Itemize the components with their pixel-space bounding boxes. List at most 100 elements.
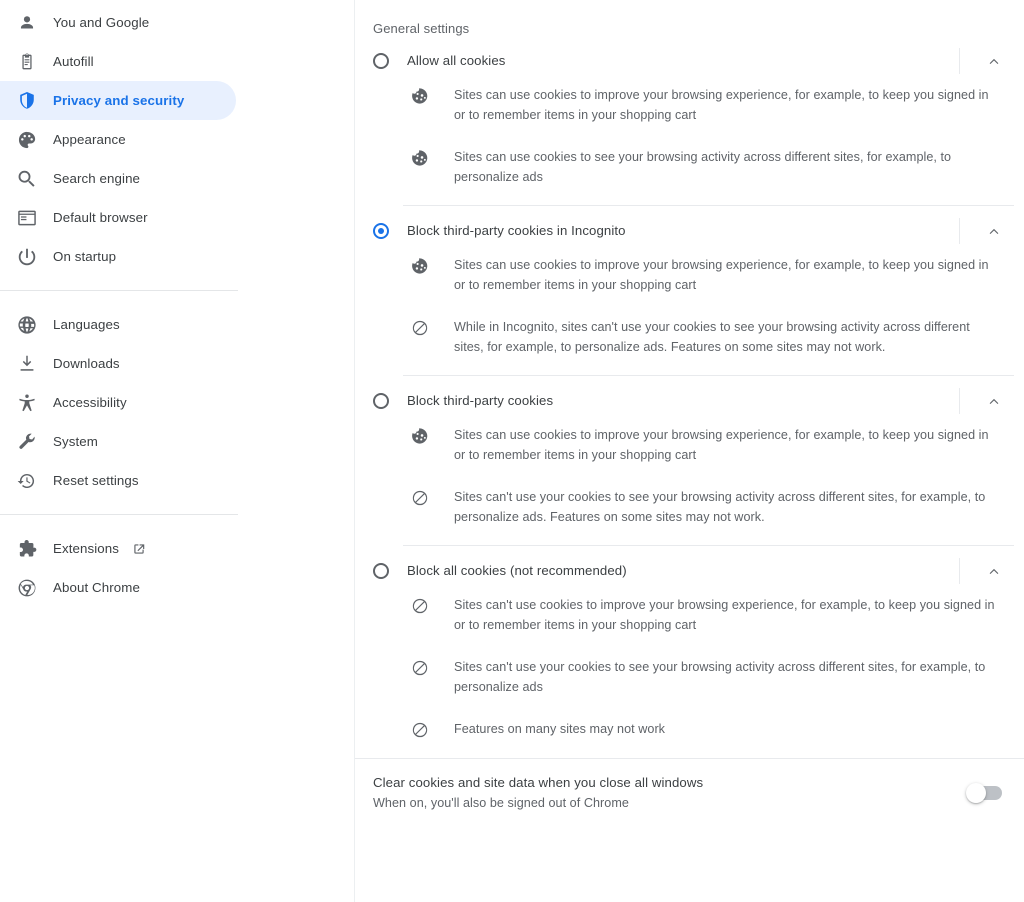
sidebar-item-label: System: [53, 434, 98, 449]
sidebar-item-accessibility[interactable]: Accessibility: [0, 383, 355, 422]
sidebar-divider: [0, 290, 238, 291]
detail-text: While in Incognito, sites can't use your…: [454, 320, 970, 354]
clear-cookies-title: Clear cookies and site data when you clo…: [373, 775, 704, 790]
shield-icon: [16, 90, 38, 112]
block-icon: [410, 658, 430, 678]
download-icon: [16, 353, 38, 375]
search-icon: [16, 168, 38, 190]
sidebar-item-label: Languages: [53, 317, 120, 332]
sidebar-item-label: Extensions: [53, 541, 120, 556]
chevron-up-icon: [985, 52, 1003, 70]
sidebar-item-label: On startup: [53, 249, 117, 264]
detail-item: Sites can't use cookies to improve your …: [355, 595, 1024, 635]
cookie-option-details: Sites can use cookies to improve your br…: [355, 85, 1024, 205]
cookie-option-label: Block all cookies (not recommended): [407, 563, 627, 578]
sidebar-item-label: Reset settings: [53, 473, 139, 488]
sidebar-item-extensions[interactable]: Extensions: [0, 529, 355, 568]
external-link-icon: [132, 542, 146, 556]
sidebar-item-label: Default browser: [53, 210, 148, 225]
detail-item: Sites can't use your cookies to see your…: [355, 657, 1024, 697]
expand-toggle-block-third-party-incognito[interactable]: [964, 206, 1024, 255]
cookie-option-allow-all-cookies: Allow all cookies Sites can use cookies t…: [355, 36, 1024, 205]
detail-text: Sites can't use your cookies to see your…: [454, 490, 986, 524]
detail-item: Sites can use cookies to improve your br…: [355, 85, 1024, 125]
detail-item: Sites can't use your cookies to see your…: [355, 487, 1024, 527]
sidebar-item-downloads[interactable]: Downloads: [0, 344, 355, 383]
sidebar-item-label: Accessibility: [53, 395, 127, 410]
clear-cookies-on-close-row[interactable]: Clear cookies and site data when you clo…: [355, 759, 1024, 813]
main-content: General settings Allow all cookies Sites …: [355, 0, 1024, 902]
detail-text: Sites can use cookies to improve your br…: [454, 258, 989, 292]
cookie-icon: [410, 86, 430, 106]
settings-sidebar: You and Google Autofill Privacy and securi…: [0, 0, 355, 902]
history-restore-icon: [16, 470, 38, 492]
sidebar-item-label: Privacy and security: [53, 93, 185, 108]
detail-text: Sites can use cookies to improve your br…: [454, 88, 989, 122]
detail-item: Sites can use cookies to improve your br…: [355, 255, 1024, 295]
expand-toggle-block-third-party[interactable]: [964, 376, 1024, 425]
clipboard-icon: [16, 51, 38, 73]
chevron-up-icon: [985, 222, 1003, 240]
detail-item: Features on many sites may not work: [355, 719, 1024, 740]
sidebar-item-on-startup[interactable]: On startup: [0, 237, 355, 276]
person-icon: [16, 12, 38, 34]
cookie-icon: [410, 148, 430, 168]
detail-item: Sites can use cookies to see your browsi…: [355, 147, 1024, 187]
header-separator: [959, 48, 960, 74]
sidebar-item-autofill[interactable]: Autofill: [0, 42, 355, 81]
detail-text: Sites can use cookies to see your browsi…: [454, 150, 952, 184]
expand-toggle-block-all-cookies[interactable]: [964, 546, 1024, 595]
cookie-option-details: Sites can use cookies to improve your br…: [355, 425, 1024, 545]
sidebar-item-you-and-google[interactable]: You and Google: [0, 3, 355, 42]
radio-block-all-cookies[interactable]: [373, 562, 389, 579]
cookie-option-header-block-all-cookies[interactable]: Block all cookies (not recommended): [355, 546, 1024, 595]
sidebar-item-privacy-and-security[interactable]: Privacy and security: [0, 81, 236, 120]
block-icon: [410, 488, 430, 508]
sidebar-item-label: Autofill: [53, 54, 94, 69]
sidebar-item-reset-settings[interactable]: Reset settings: [0, 461, 355, 500]
radio-block-third-party-incognito[interactable]: [373, 222, 389, 239]
detail-text: Features on many sites may not work: [454, 722, 666, 736]
sidebar-item-default-browser[interactable]: Default browser: [0, 198, 355, 237]
clear-cookies-toggle[interactable]: [966, 783, 1002, 803]
sidebar-item-languages[interactable]: Languages: [0, 305, 355, 344]
palette-icon: [16, 129, 38, 151]
radio-allow-all-cookies[interactable]: [373, 52, 389, 69]
cookie-option-label: Block third-party cookies: [407, 393, 554, 408]
header-separator: [959, 218, 960, 244]
sidebar-item-appearance[interactable]: Appearance: [0, 120, 355, 159]
globe-icon: [16, 314, 38, 336]
detail-text: Sites can't use cookies to improve your …: [454, 598, 995, 632]
detail-text: Sites can use cookies to improve your br…: [454, 428, 989, 462]
detail-text: Sites can't use your cookies to see your…: [454, 660, 986, 694]
header-separator: [959, 558, 960, 584]
wrench-icon: [16, 431, 38, 453]
sidebar-item-about-chrome[interactable]: About Chrome: [0, 568, 355, 607]
block-icon: [410, 720, 430, 740]
cookie-icon: [410, 256, 430, 276]
page-title: General settings: [373, 21, 470, 36]
cookie-option-header-allow-all-cookies[interactable]: Allow all cookies: [355, 36, 1024, 85]
settings-page: You and Google Autofill Privacy and securi…: [0, 0, 1024, 902]
sidebar-item-label: Downloads: [53, 356, 120, 371]
toggle-knob: [966, 783, 986, 803]
radio-block-third-party[interactable]: [373, 392, 389, 409]
sidebar-item-search-engine[interactable]: Search engine: [0, 159, 355, 198]
clear-cookies-subtitle: When on, you'll also be signed out of Ch…: [373, 796, 629, 810]
chevron-up-icon: [985, 392, 1003, 410]
cookie-option-header-block-third-party[interactable]: Block third-party cookies: [355, 376, 1024, 425]
expand-toggle-allow-all-cookies[interactable]: [964, 36, 1024, 85]
sidebar-item-system[interactable]: System: [0, 422, 355, 461]
cookie-option-header-block-third-party-incognito[interactable]: Block third-party cookies in Incognito: [355, 206, 1024, 255]
sidebar-item-label: Appearance: [53, 132, 126, 147]
sidebar-item-label: About Chrome: [53, 580, 140, 595]
clear-cookies-texts: Clear cookies and site data when you clo…: [373, 773, 968, 813]
cookie-option-block-third-party: Block third-party cookies Sites can use c…: [355, 376, 1024, 545]
chevron-up-icon: [985, 562, 1003, 580]
power-icon: [16, 246, 38, 268]
block-icon: [410, 318, 430, 338]
puzzle-piece-icon: [16, 538, 38, 560]
cookie-option-block-third-party-incognito: Block third-party cookies in Incognito Si…: [355, 206, 1024, 375]
cookie-option-label: Allow all cookies: [407, 53, 506, 68]
cookie-option-details: Sites can't use cookies to improve your …: [355, 595, 1024, 758]
